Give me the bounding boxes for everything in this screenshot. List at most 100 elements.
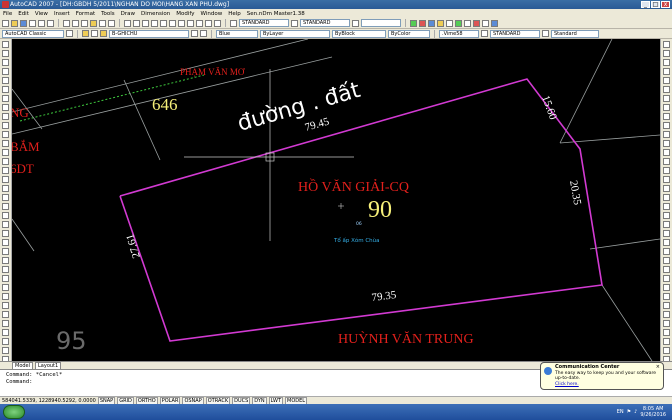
zoom-window-icon[interactable] [142,19,149,27]
ellipse-arc-icon[interactable] [2,131,9,138]
table-style-icon[interactable] [352,19,359,27]
copy-object-icon[interactable] [2,320,9,327]
lineweight-select[interactable]: ByBlock [332,29,386,38]
dim-style-select[interactable]: STANDARD [300,19,350,27]
layer-select[interactable]: B-GHICHU [109,29,189,38]
plugin-tool-icon[interactable] [464,19,471,27]
zoom-previous-icon[interactable] [151,19,158,27]
layer-previous-icon[interactable] [200,30,207,37]
offset-icon[interactable] [663,68,670,75]
chamfer-icon[interactable] [663,167,670,174]
new-file-icon[interactable] [2,19,9,27]
gradient-icon[interactable] [2,176,9,183]
properties-icon[interactable] [160,19,167,27]
hatch-icon[interactable] [2,167,9,174]
dim-style-icon[interactable] [291,19,298,27]
array-icon[interactable] [663,77,670,84]
spline-icon[interactable] [2,113,9,120]
erase-icon[interactable] [663,41,670,48]
quick-dimension-icon[interactable] [663,320,670,327]
minimize-button[interactable]: _ [641,1,650,8]
design-center-icon[interactable] [169,19,176,27]
break-at-point-icon[interactable] [663,140,670,147]
menu-tools[interactable]: Tools [101,11,115,17]
table-style-select[interactable] [361,19,401,27]
construction-line-icon[interactable] [2,50,9,57]
layer-on-icon[interactable] [100,30,107,37]
plugin-tool-icon[interactable] [455,19,462,27]
join-icon[interactable] [663,158,670,165]
rotate-icon[interactable] [663,95,670,102]
dimension-radius-icon[interactable] [663,302,670,309]
style-select-3[interactable]: Standard [551,29,599,38]
tool-palettes-icon[interactable] [178,19,185,27]
plotstyle-select[interactable]: ByColor [388,29,430,38]
ellipse-icon[interactable] [2,122,9,129]
plugin-tool-icon[interactable] [473,19,480,27]
print-preview-icon[interactable] [38,19,45,27]
scale-icon[interactable] [2,230,9,237]
sheet-set-icon[interactable] [187,19,194,27]
menu-format[interactable]: Format [76,11,95,17]
copy-icon[interactable] [72,19,79,27]
polygon-icon[interactable] [2,68,9,75]
balloon-link[interactable]: Click here. [555,382,579,387]
text-tool-icon[interactable] [481,30,488,37]
autocad-app-icon[interactable] [2,1,9,8]
menu-modify[interactable]: Modify [176,11,194,17]
cut-icon[interactable] [63,19,70,27]
dimension-edit-icon[interactable] [663,347,670,354]
tolerance-icon[interactable] [663,338,670,345]
arc-icon[interactable] [2,86,9,93]
fillet-icon[interactable] [663,176,670,183]
publish-icon[interactable] [47,19,54,27]
system-clock[interactable]: 8:05 AM 9/26/2016 [640,406,666,418]
save-icon[interactable] [20,19,27,27]
font-select[interactable]: .Vime58 [439,29,479,38]
scale-icon[interactable] [663,104,670,111]
start-button[interactable] [3,405,25,419]
multiline-text-icon[interactable] [2,203,9,210]
explode-icon[interactable] [2,302,9,309]
snap-none-icon[interactable] [663,266,670,273]
snap-midpoint-icon[interactable] [663,203,670,210]
zoom-realtime-icon[interactable] [133,19,140,27]
line-icon[interactable] [2,41,9,48]
plugin-tool-icon[interactable] [419,19,426,27]
point-icon[interactable] [2,158,9,165]
workspace-select[interactable]: AutoCAD Classic [2,29,64,38]
stretch-icon[interactable] [663,113,670,120]
array-icon[interactable] [2,347,9,354]
extend-icon[interactable] [2,257,9,264]
dimension-angular-icon[interactable] [663,311,670,318]
snap-perpendicular-icon[interactable] [663,248,670,255]
rotate-icon[interactable] [2,221,9,228]
markup-icon[interactable] [196,19,203,27]
communication-center-balloon[interactable]: × Communication Center The easy way to k… [540,362,664,390]
snap-center-icon[interactable] [663,221,670,228]
plugin-tool-icon[interactable] [410,19,417,27]
pan-icon[interactable] [124,19,131,27]
plugin-tool-icon[interactable] [491,19,498,27]
open-file-icon[interactable] [11,19,18,27]
language-indicator[interactable]: EN [617,409,624,415]
table-icon[interactable] [2,194,9,201]
calculator-icon[interactable] [205,19,212,27]
snap-tangent-icon[interactable] [663,239,670,246]
plugin-tool-icon[interactable] [446,19,453,27]
dimension-linear-icon[interactable] [663,284,670,291]
move-icon[interactable] [2,212,9,219]
text-style-select[interactable]: STANDARD [239,19,289,27]
snap-endpoint-icon[interactable] [663,194,670,201]
extend-icon[interactable] [663,131,670,138]
trim-icon[interactable] [2,248,9,255]
paste-icon[interactable] [81,19,88,27]
break-icon[interactable] [663,149,670,156]
maximize-button[interactable]: □ [651,1,660,8]
volume-icon[interactable]: ♪ [634,409,637,415]
snap-nearest-icon[interactable] [663,257,670,264]
color-select[interactable]: Blue [216,29,258,38]
snap-quadrant-icon[interactable] [663,230,670,237]
revision-cloud-icon[interactable] [2,104,9,111]
print-icon[interactable] [29,19,36,27]
